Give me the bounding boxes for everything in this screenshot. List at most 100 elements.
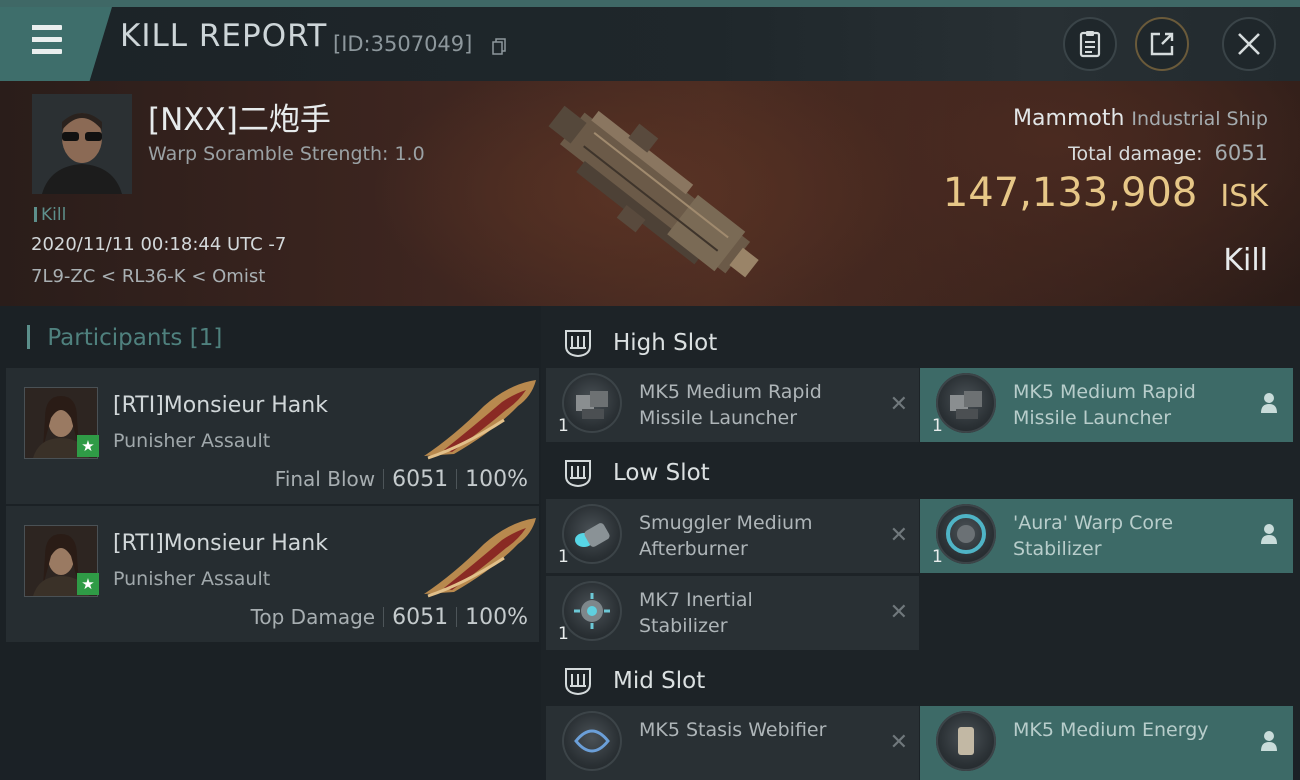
victim-name[interactable]: [NXX]二炮手 bbox=[148, 94, 331, 139]
item-quantity: 1 bbox=[558, 547, 569, 567]
clipboard-button[interactable] bbox=[1063, 17, 1117, 71]
participant-stats: Final Blow 6051 100% bbox=[275, 467, 528, 492]
item-name: MK5 Medium Rapid Missile Launcher bbox=[1013, 379, 1253, 431]
kill-location[interactable]: 7L9-ZC < RL36-K < Omist bbox=[31, 266, 265, 287]
item-name-line1: MK5 Medium Rapid bbox=[1013, 381, 1196, 403]
item-name-line1: MK5 Stasis Webifier bbox=[639, 719, 827, 741]
ship-name: Mammoth bbox=[1013, 106, 1125, 131]
kill-tag: Kill bbox=[34, 205, 66, 225]
item-name: Smuggler Medium Afterburner bbox=[639, 510, 879, 562]
top-accent-line bbox=[0, 0, 1300, 7]
close-button[interactable] bbox=[1222, 17, 1276, 71]
item-name-line2: Stabilizer bbox=[1013, 538, 1102, 560]
item-name-line2: Afterburner bbox=[639, 538, 748, 560]
item-name-line2: Stabilizer bbox=[639, 615, 728, 637]
share-button[interactable] bbox=[1135, 17, 1189, 71]
clipboard-icon bbox=[1079, 31, 1101, 58]
participant-percent: 100% bbox=[465, 467, 528, 492]
participant-role: Final Blow bbox=[274, 467, 376, 491]
item-name: MK5 Medium Energy bbox=[1013, 717, 1253, 743]
participant-row[interactable]: ★ [RTI]Monsieur Hank Punisher Assault Fi… bbox=[6, 368, 539, 504]
mid-slot-icon bbox=[565, 668, 591, 696]
fitting-item[interactable]: 1 MK5 Medium Rapid Missile Launcher bbox=[920, 368, 1293, 442]
kill-id: [ID:3507049] bbox=[333, 32, 473, 56]
total-damage: Total damage: 6051 bbox=[1068, 141, 1268, 165]
isk-value: 147,133,908 ISK bbox=[943, 170, 1268, 216]
participant-percent: 100% bbox=[465, 605, 528, 630]
stasis-webifier-icon bbox=[562, 711, 622, 771]
divider bbox=[456, 469, 458, 489]
fitting-item[interactable]: 1 MK7 Inertial Stabilizer ✕ bbox=[546, 576, 919, 650]
participants-title: Participants bbox=[47, 325, 183, 351]
victim-avatar bbox=[32, 94, 132, 194]
destroyed-icon: ✕ bbox=[889, 392, 908, 417]
item-name-line2: Missile Launcher bbox=[1013, 407, 1172, 429]
warp-core-stabilizer-icon bbox=[936, 504, 996, 564]
person-icon bbox=[1261, 393, 1277, 413]
divider bbox=[383, 607, 385, 627]
high-slot-header: High Slot bbox=[546, 310, 1300, 372]
participant-stats: Top Damage 6051 100% bbox=[251, 605, 528, 630]
victim-ship-type: Mammoth Industrial Ship bbox=[1013, 106, 1268, 131]
participants-count: [1] bbox=[189, 325, 223, 351]
close-icon bbox=[1238, 33, 1260, 55]
missile-launcher-icon bbox=[936, 373, 996, 433]
person-icon bbox=[1261, 731, 1277, 751]
kill-datetime: 2020/11/11 00:18:44 UTC -7 bbox=[31, 234, 287, 255]
fitting-item[interactable]: 1 MK5 Medium Rapid Missile Launcher ✕ bbox=[546, 368, 919, 442]
person-icon bbox=[1261, 524, 1277, 544]
item-name-line1: 'Aura' Warp Core bbox=[1013, 512, 1174, 534]
fitting-item[interactable]: MK5 Medium Energy bbox=[920, 706, 1293, 780]
participant-damage: 6051 bbox=[392, 605, 449, 630]
low-slot-icon bbox=[565, 460, 591, 488]
participant-ship: Punisher Assault bbox=[113, 568, 271, 590]
low-slot-header: Low Slot bbox=[546, 440, 1300, 502]
item-name: 'Aura' Warp Core Stabilizer bbox=[1013, 510, 1253, 562]
divider bbox=[383, 469, 385, 489]
kill-result: Kill bbox=[1223, 243, 1268, 278]
participant-name[interactable]: [RTI]Monsieur Hank bbox=[113, 393, 328, 418]
item-quantity: 1 bbox=[558, 416, 569, 436]
star-icon: ★ bbox=[77, 435, 99, 457]
participant-row[interactable]: ★ [RTI]Monsieur Hank Punisher Assault To… bbox=[6, 506, 539, 642]
page-title: KILL REPORT bbox=[120, 18, 328, 54]
participant-ship: Punisher Assault bbox=[113, 430, 271, 452]
menu-icon bbox=[26, 25, 62, 30]
menu-icon-bar bbox=[26, 37, 62, 42]
destroyed-icon: ✕ bbox=[889, 523, 908, 548]
item-quantity: 1 bbox=[932, 547, 943, 567]
item-name: MK5 Medium Rapid Missile Launcher bbox=[639, 379, 879, 431]
copy-icon[interactable] bbox=[492, 38, 506, 55]
fitting-item[interactable]: 1 Smuggler Medium Afterburner ✕ bbox=[546, 499, 919, 573]
mid-slot-header: Mid Slot bbox=[546, 648, 1300, 710]
star-icon: ★ bbox=[77, 573, 99, 595]
participant-ship-image[interactable] bbox=[414, 514, 542, 600]
participant-role: Top Damage bbox=[250, 605, 376, 629]
total-damage-value: 6051 bbox=[1214, 141, 1268, 165]
destroyed-icon: ✕ bbox=[889, 600, 908, 625]
low-slot-label: Low Slot bbox=[613, 460, 710, 486]
fitting-item[interactable]: 1 'Aura' Warp Core Stabilizer bbox=[920, 499, 1293, 573]
item-quantity: 1 bbox=[932, 416, 943, 436]
warp-scramble-strength: Warp Soramble Strength: 1.0 bbox=[148, 143, 425, 165]
high-slot-label: High Slot bbox=[613, 330, 718, 356]
missile-launcher-icon bbox=[562, 373, 622, 433]
item-name-line1: Smuggler Medium bbox=[639, 512, 813, 534]
victim-portrait[interactable] bbox=[32, 94, 132, 194]
isk-amount: 147,133,908 bbox=[942, 170, 1198, 216]
item-name-line2: Missile Launcher bbox=[639, 407, 798, 429]
share-icon bbox=[1150, 32, 1174, 56]
participant-ship-image[interactable] bbox=[414, 376, 542, 462]
item-name: MK5 Stasis Webifier bbox=[639, 717, 879, 743]
menu-icon-bar bbox=[26, 49, 62, 54]
isk-unit: ISK bbox=[1220, 179, 1268, 214]
participants-heading: Participants [1] bbox=[27, 325, 222, 351]
victim-ship-image[interactable] bbox=[520, 88, 790, 298]
mid-slot-label: Mid Slot bbox=[613, 668, 706, 694]
high-slot-icon bbox=[565, 330, 591, 358]
destroyed-icon: ✕ bbox=[889, 730, 908, 755]
fitting-item[interactable]: MK5 Stasis Webifier ✕ bbox=[546, 706, 919, 780]
item-name-line1: MK5 Medium Rapid bbox=[639, 381, 822, 403]
participant-name[interactable]: [RTI]Monsieur Hank bbox=[113, 531, 328, 556]
divider bbox=[456, 607, 458, 627]
